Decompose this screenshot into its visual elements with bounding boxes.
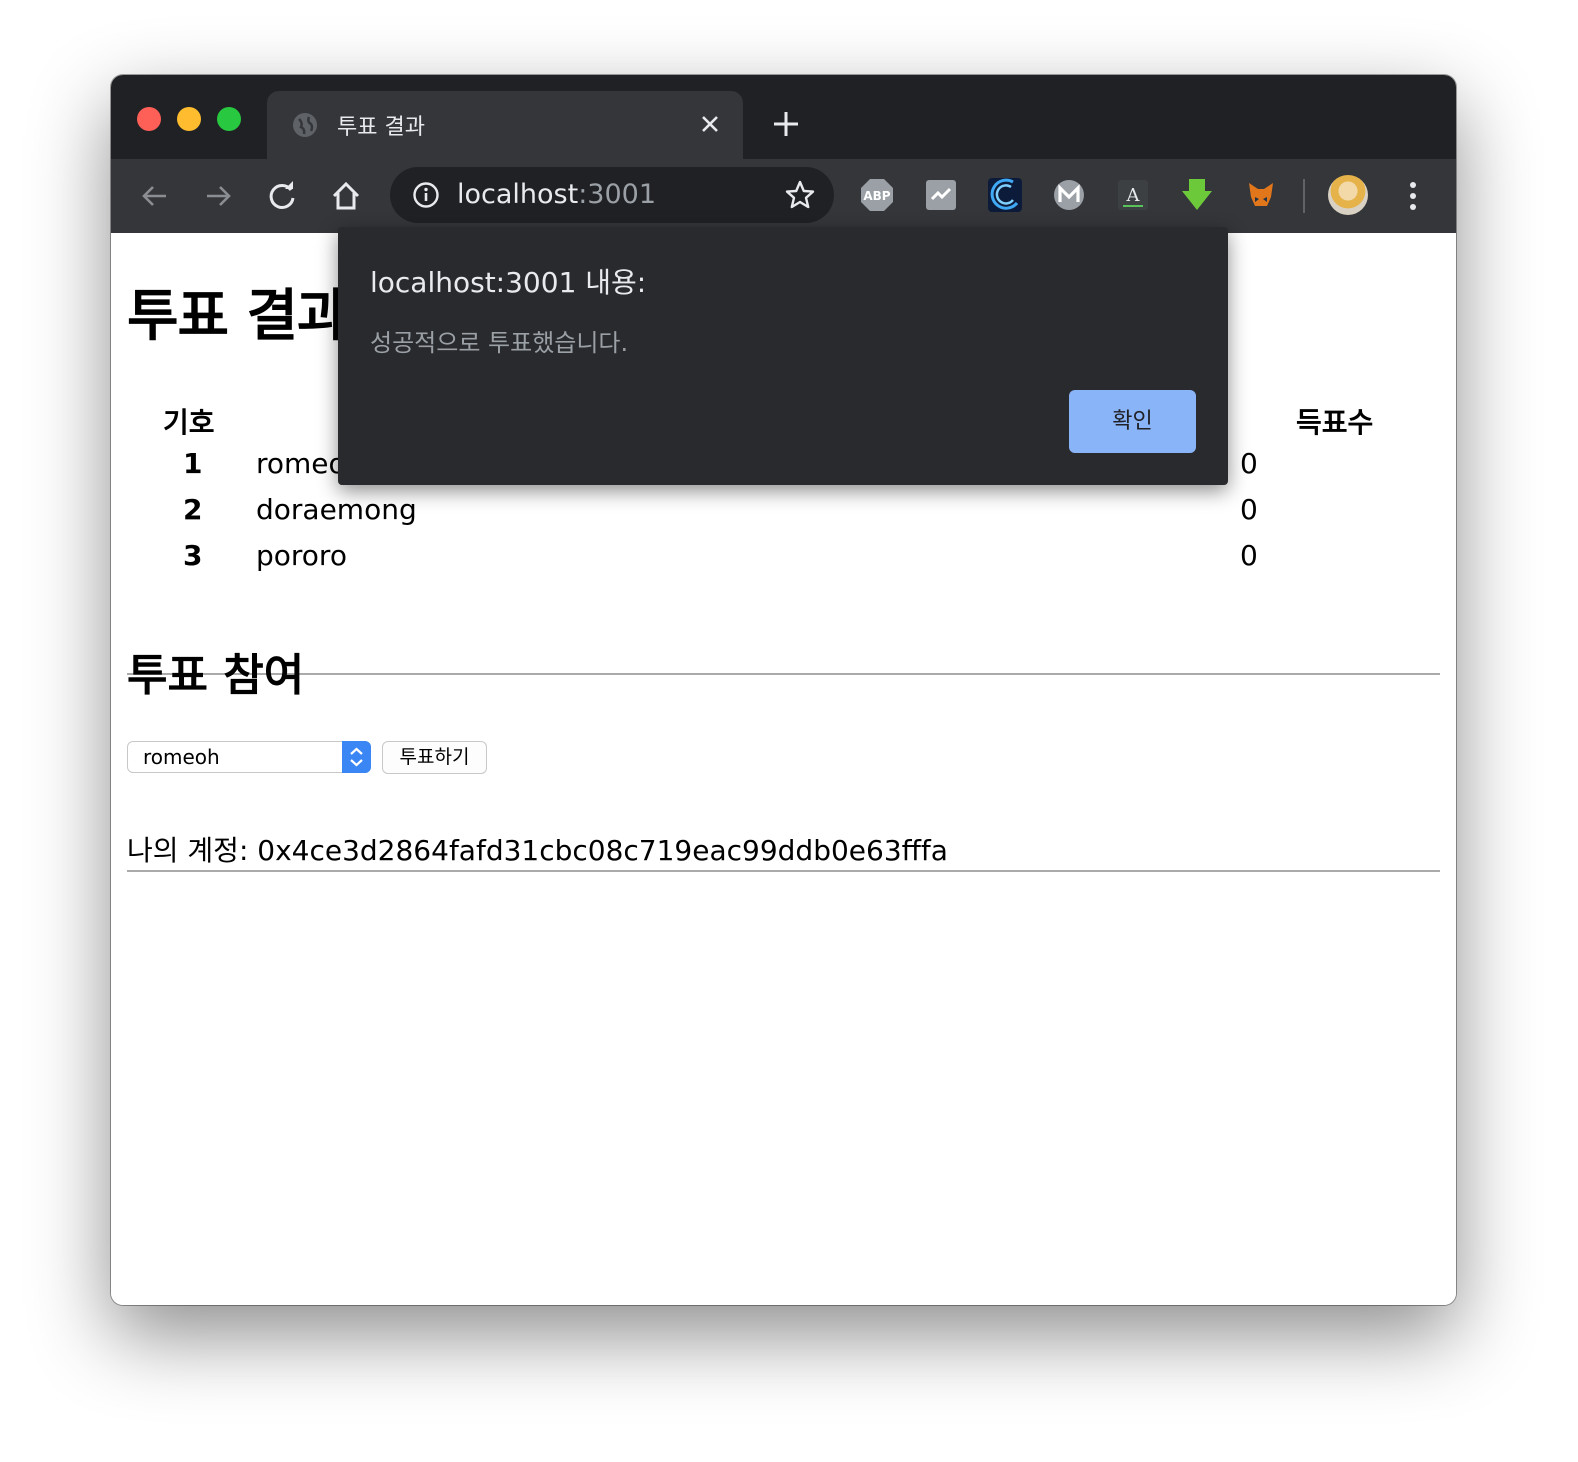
reload-icon[interactable] <box>265 179 299 213</box>
table-row-1-number: 1 <box>183 447 203 480</box>
svg-text:ABP: ABP <box>863 189 890 203</box>
url-host: localhost <box>457 179 579 210</box>
account-address: 나의 계정: 0x4ce3d2864fafd31cbc08c719eac99dd… <box>127 834 948 867</box>
window-close-button[interactable] <box>137 107 161 131</box>
table-row-2-number: 2 <box>183 493 203 526</box>
back-arrow-icon[interactable] <box>138 179 172 213</box>
divider <box>127 673 1440 675</box>
url-text[interactable]: localhost:3001 <box>457 179 656 210</box>
table-row-1-votes: 0 <box>1240 447 1258 480</box>
window-minimize-button[interactable] <box>177 107 201 131</box>
dialog-message: 성공적으로 투표했습니다. <box>370 329 629 357</box>
table-row-2-name: doraemong <box>256 493 417 526</box>
bookmark-star-icon[interactable] <box>784 179 816 211</box>
chart-icon[interactable] <box>923 177 959 213</box>
profile-avatar[interactable] <box>1328 175 1368 215</box>
url-port: :3001 <box>578 179 657 210</box>
candidate-select-value: romeoh <box>143 745 220 769</box>
window-maximize-button[interactable] <box>217 107 241 131</box>
browser-toolbar: localhost:3001 ABP A <box>111 159 1456 233</box>
divider <box>127 870 1440 872</box>
metamask-fox-icon[interactable] <box>1243 177 1279 213</box>
table-row-3-number: 3 <box>183 539 203 572</box>
tab-close-icon[interactable] <box>695 109 725 139</box>
globe-icon <box>293 113 317 137</box>
table-row-2-votes: 0 <box>1240 493 1258 526</box>
page-title: 투표 결과 <box>127 284 349 349</box>
home-icon[interactable] <box>329 179 363 213</box>
more-menu-icon[interactable] <box>1401 177 1425 215</box>
tab-active[interactable]: 투표 결과 <box>267 91 743 159</box>
dialog-ok-button[interactable]: 확인 <box>1069 390 1196 453</box>
download-arrow-icon[interactable] <box>1179 177 1215 213</box>
tab-title: 투표 결과 <box>337 115 425 140</box>
new-tab-icon[interactable] <box>771 109 801 139</box>
table-row-3-votes: 0 <box>1240 539 1258 572</box>
svg-text:A: A <box>1126 185 1141 206</box>
table-header-number: 기호 <box>163 406 215 439</box>
alert-dialog: localhost:3001 내용: 성공적으로 투표했습니다. 확인 <box>338 227 1228 485</box>
monero-icon[interactable] <box>1051 177 1087 213</box>
tab-strip: 투표 결과 <box>111 75 1456 159</box>
dialog-title: localhost:3001 내용: <box>370 266 647 299</box>
terminal-a-icon[interactable]: A <box>1115 177 1151 213</box>
vote-button[interactable]: 투표하기 <box>382 741 487 774</box>
table-row-1-name: romeo <box>256 447 346 480</box>
adblock-plus-icon[interactable]: ABP <box>859 177 895 213</box>
toolbar-separator <box>1303 179 1305 213</box>
forward-arrow-icon[interactable] <box>201 179 235 213</box>
info-icon[interactable] <box>412 181 440 209</box>
address-bar[interactable]: localhost:3001 <box>390 167 834 223</box>
select-updown-icon[interactable] <box>342 741 371 773</box>
candidate-select[interactable]: romeoh <box>127 741 371 773</box>
vote-section-title: 투표 참여 <box>127 650 305 701</box>
table-header-votes: 득표수 <box>1296 406 1374 439</box>
table-row-3-name: pororo <box>256 539 347 572</box>
wave-icon[interactable] <box>987 177 1023 213</box>
